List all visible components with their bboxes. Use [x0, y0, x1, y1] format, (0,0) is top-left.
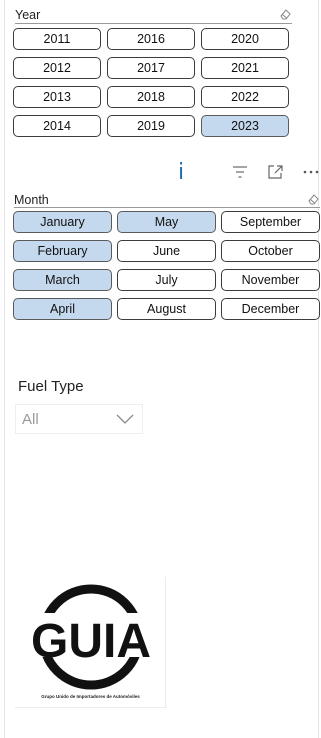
month-tile-january[interactable]: January: [13, 211, 112, 233]
more-options-icon[interactable]: [303, 170, 319, 174]
year-tile-2023[interactable]: 2023: [201, 115, 289, 137]
month-tile-september[interactable]: September: [221, 211, 320, 233]
fuel-type-dropdown[interactable]: All: [15, 404, 143, 434]
month-tile-february[interactable]: February: [13, 240, 112, 262]
clear-selections-icon[interactable]: [279, 8, 291, 20]
filter-icon[interactable]: [232, 165, 248, 179]
month-tile-may[interactable]: May: [117, 211, 216, 233]
year-tile-2017[interactable]: 2017: [107, 57, 195, 79]
chevron-down-icon: [116, 414, 134, 424]
year-tile-2012[interactable]: 2012: [13, 57, 101, 79]
year-tile-2014[interactable]: 2014: [13, 115, 101, 137]
month-slicer-divider: [14, 207, 320, 208]
year-tile-2018[interactable]: 2018: [107, 86, 195, 108]
year-tile-2011[interactable]: 2011: [13, 28, 101, 50]
clear-selections-icon[interactable]: [307, 193, 319, 205]
logo-caption: Grupo Unido de Importadores de Automóvil…: [41, 694, 140, 699]
year-tile-2022[interactable]: 2022: [201, 86, 289, 108]
month-slicer-title: Month: [14, 193, 49, 207]
year-tile-2013[interactable]: 2013: [13, 86, 101, 108]
info-icon[interactable]: i: [178, 160, 184, 185]
guia-logo-icon: GUIA: [31, 584, 151, 690]
month-tile-july[interactable]: July: [117, 269, 216, 291]
month-tile-june[interactable]: June: [117, 240, 216, 262]
year-tile-2021[interactable]: 2021: [201, 57, 289, 79]
month-tile-november[interactable]: November: [221, 269, 320, 291]
month-tile-august[interactable]: August: [117, 298, 216, 320]
month-tile-march[interactable]: March: [13, 269, 112, 291]
logo-text: GUIA: [31, 615, 151, 668]
year-slicer-divider: [15, 23, 292, 24]
month-tile-october[interactable]: October: [221, 240, 320, 262]
page-frame-right: [318, 0, 319, 738]
year-tile-2019[interactable]: 2019: [107, 115, 195, 137]
page-frame-left: [4, 0, 5, 738]
logo-card: GUIA Grupo Unido de Importadores de Auto…: [15, 577, 166, 708]
month-tile-december[interactable]: December: [221, 298, 320, 320]
month-tile-april[interactable]: April: [13, 298, 112, 320]
year-tile-2016[interactable]: 2016: [107, 28, 195, 50]
focus-mode-icon[interactable]: [267, 164, 284, 180]
year-tile-2020[interactable]: 2020: [201, 28, 289, 50]
year-slicer-title: Year: [15, 8, 41, 22]
fuel-type-label: Fuel Type: [18, 378, 84, 395]
fuel-type-value: All: [22, 410, 39, 428]
